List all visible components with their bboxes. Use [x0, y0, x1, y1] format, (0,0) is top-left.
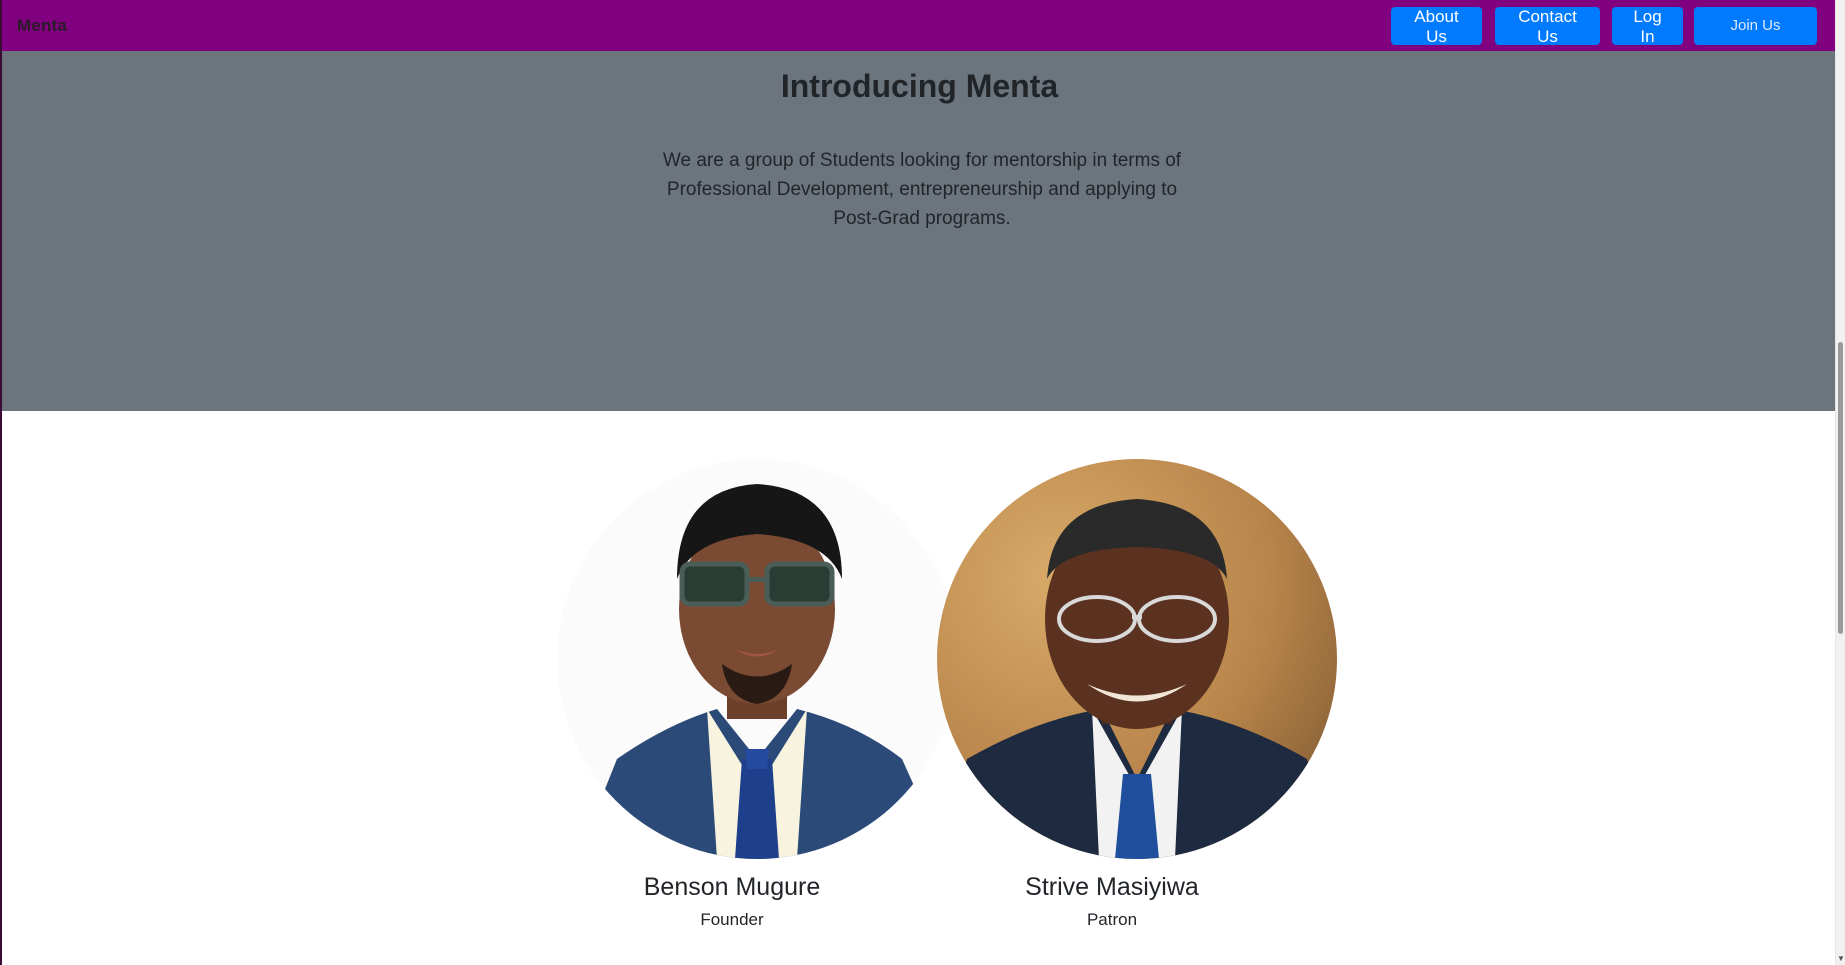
member-name: Strive Masiyiwa: [1025, 873, 1199, 901]
member-name: Benson Mugure: [643, 873, 821, 901]
brand-logo[interactable]: Menta: [17, 16, 67, 36]
contact-us-button[interactable]: Contact Us: [1495, 6, 1600, 46]
scrollbar-thumb[interactable]: [1838, 342, 1843, 634]
founder-photo: [557, 459, 957, 859]
top-navbar: Menta About Us Contact Us Log In Join Us: [2, 0, 1837, 51]
nav-button-group: About Us Contact Us Log In Join Us: [1391, 6, 1837, 46]
hero-description: We are a group of Students looking for m…: [662, 150, 1182, 229]
log-in-button[interactable]: Log In: [1612, 6, 1683, 46]
patron-photo: [937, 459, 1337, 859]
patron-portrait: [937, 459, 1337, 859]
vertical-scrollbar[interactable]: ▼: [1835, 0, 1845, 965]
browser-viewport: Menta About Us Contact Us Log In Join Us…: [0, 0, 1845, 965]
join-us-button[interactable]: Join Us: [1694, 6, 1817, 45]
about-us-button[interactable]: About Us: [1391, 6, 1482, 46]
member-role: Founder: [700, 910, 764, 929]
founder-portrait: [557, 459, 957, 859]
hero-section: Introducing Menta We are a group of Stud…: [2, 51, 1837, 411]
member-role: Patron: [1086, 910, 1138, 929]
team-section: Benson Mugure Founder Strive Masiyiwa Pa…: [2, 411, 1837, 965]
hero-title: Introducing Menta: [780, 68, 1059, 104]
scroll-down-arrow-icon[interactable]: ▼: [1837, 954, 1845, 963]
